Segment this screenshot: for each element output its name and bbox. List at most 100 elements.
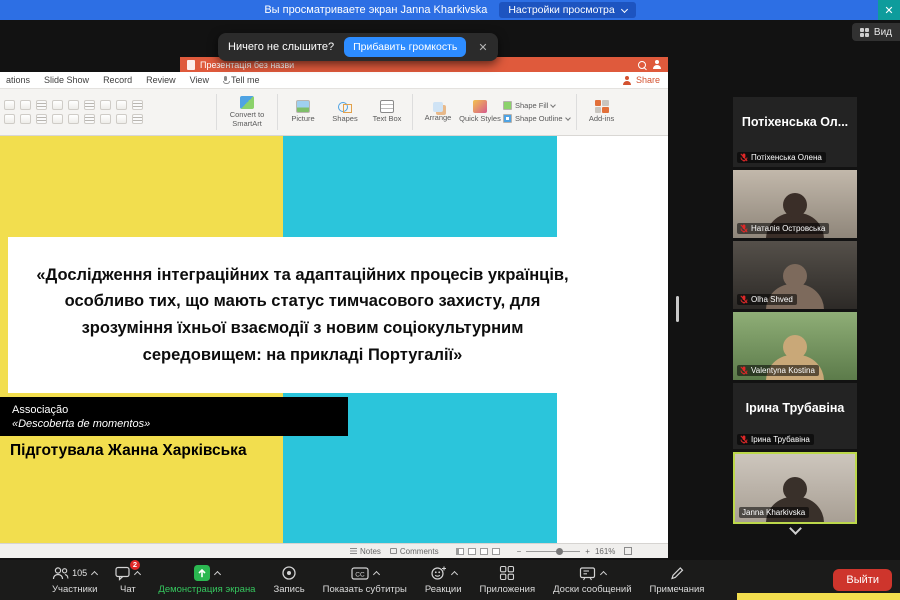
slideshow-view-icon[interactable] xyxy=(492,548,500,555)
reactions-button[interactable]: Реакции xyxy=(425,565,462,595)
leave-meeting-button[interactable]: Выйти xyxy=(833,569,892,591)
ribbon-icon[interactable] xyxy=(116,100,127,110)
participant-tile-valentyna[interactable]: Valentyna Kostina xyxy=(733,312,857,380)
viewing-screen-text: Вы просматриваете экран Janna Kharkivska xyxy=(264,4,487,16)
participant-name-text: Valentyna Kostina xyxy=(751,366,815,375)
ppt-share-button[interactable]: Share xyxy=(623,75,660,85)
slide-canvas[interactable]: «Дослідження інтеграційних та адаптаційн… xyxy=(0,136,668,543)
boards-button[interactable]: Доски сообщений xyxy=(553,565,631,595)
ribbon-icon[interactable] xyxy=(116,114,127,124)
participant-tile-natalia[interactable]: Наталія Островська xyxy=(733,170,857,238)
reactions-icon xyxy=(430,565,447,581)
ribbon-icon[interactable] xyxy=(68,100,79,110)
participant-tile-janna-active[interactable]: Janna Kharkivska xyxy=(733,452,857,524)
zoom-control: − + 161% xyxy=(517,547,633,556)
tab-tell-me[interactable]: Tell me xyxy=(223,75,260,85)
zoom-out-button[interactable]: − xyxy=(517,547,522,556)
normal-view-icon[interactable] xyxy=(456,548,464,555)
ribbon-icon[interactable] xyxy=(52,100,63,110)
view-layout-label: Вид xyxy=(874,27,892,38)
ppt-share-label: Share xyxy=(636,75,660,85)
picture-button[interactable]: Picture xyxy=(282,100,324,124)
close-banner-button[interactable]: ✕ xyxy=(878,0,900,20)
tab-animations[interactable]: ations xyxy=(6,75,30,85)
zoom-in-button[interactable]: + xyxy=(585,547,590,556)
view-options-dropdown[interactable]: Настройки просмотра xyxy=(499,2,635,18)
participant-name-text: Ірина Трубавіна xyxy=(751,435,810,444)
chevron-up-icon[interactable] xyxy=(134,570,141,577)
chevron-up-icon[interactable] xyxy=(451,570,458,577)
record-button[interactable]: Запись xyxy=(273,565,304,595)
participant-tile-iryna[interactable]: Ірина Трубавіна Ірина Трубавіна xyxy=(733,383,857,449)
ribbon-icon[interactable] xyxy=(84,100,95,110)
share-screen-button[interactable]: Демонстрация экрана xyxy=(158,565,255,595)
participant-tile-olha[interactable]: Olha Shved xyxy=(733,241,857,309)
view-options-label: Настройки просмотра xyxy=(508,4,614,16)
participant-name-text: Olha Shved xyxy=(751,295,793,304)
ribbon-icon[interactable] xyxy=(4,114,15,124)
chevron-up-icon[interactable] xyxy=(214,570,221,577)
ribbon-icon[interactable] xyxy=(100,114,111,124)
association-line2: «Descoberta de momentos» xyxy=(12,418,348,430)
reading-view-icon[interactable] xyxy=(480,548,488,555)
prepared-by-text: Підготувала Жанна Харківська xyxy=(10,442,247,460)
share-person-icon xyxy=(623,76,632,85)
add-ins-button[interactable]: Add-ins xyxy=(581,100,623,124)
toast-close-icon[interactable]: ✕ xyxy=(478,41,487,54)
captions-button[interactable]: CC Показать субтитры xyxy=(323,565,407,595)
shape-fill-button[interactable]: Shape Fill xyxy=(503,101,570,110)
chat-unread-badge: 2 xyxy=(130,560,140,570)
panel-collapse-button[interactable] xyxy=(733,524,857,533)
notes-button[interactable]: Notes xyxy=(350,547,381,556)
chevron-up-icon[interactable] xyxy=(600,570,607,577)
ribbon-icon[interactable] xyxy=(20,100,31,110)
ribbon-icon[interactable] xyxy=(52,114,63,124)
pencil-icon xyxy=(669,565,685,581)
association-textbox[interactable]: Associação «Descoberta de momentos» xyxy=(0,397,348,436)
add-ins-label: Add-ins xyxy=(589,115,614,124)
slide-sorter-icon[interactable] xyxy=(468,548,476,555)
participant-name-chip: Valentyna Kostina xyxy=(737,365,819,376)
ribbon-icon[interactable] xyxy=(68,114,79,124)
annotations-button[interactable]: Примечания xyxy=(650,565,705,595)
comments-button[interactable]: Comments xyxy=(390,547,439,556)
ribbon-icon[interactable] xyxy=(84,114,95,124)
toast-message: Ничего не слышите? xyxy=(228,41,334,53)
apps-button[interactable]: Приложения xyxy=(480,565,536,595)
ribbon-icon[interactable] xyxy=(4,100,15,110)
ribbon-icon[interactable] xyxy=(132,114,143,124)
shapes-button[interactable]: Shapes xyxy=(324,100,366,124)
chat-button[interactable]: 2 Чат xyxy=(115,565,140,595)
text-box-button[interactable]: Text Box xyxy=(366,100,408,124)
desktop-corner-strip xyxy=(737,593,900,600)
zoom-slider[interactable] xyxy=(526,551,580,552)
slide-title-line: середовищем: на прикладі Португалії» xyxy=(8,342,597,369)
slide-title-textbox[interactable]: «Дослідження інтеграційних та адаптаційн… xyxy=(8,237,597,393)
chevron-up-icon[interactable] xyxy=(91,570,98,577)
account-icon[interactable] xyxy=(652,60,661,69)
tab-slide-show[interactable]: Slide Show xyxy=(44,75,89,85)
participant-name-text: Janna Kharkivska xyxy=(742,508,805,517)
tab-view[interactable]: View xyxy=(190,75,209,85)
ribbon-icon[interactable] xyxy=(100,100,111,110)
chevron-up-icon[interactable] xyxy=(373,570,380,577)
chat-icon xyxy=(115,566,130,581)
fit-slide-icon[interactable] xyxy=(624,547,632,555)
increase-volume-button[interactable]: Прибавить громкость xyxy=(344,37,466,57)
tab-record[interactable]: Record xyxy=(103,75,132,85)
ribbon-icon[interactable] xyxy=(36,100,47,110)
tab-review[interactable]: Review xyxy=(146,75,176,85)
participants-button[interactable]: 105 Участники xyxy=(52,565,97,595)
view-layout-button[interactable]: Вид xyxy=(852,23,900,41)
search-icon[interactable] xyxy=(637,60,647,70)
zoom-slider-knob[interactable] xyxy=(556,548,563,555)
ribbon-icon[interactable] xyxy=(36,114,47,124)
ribbon-icon[interactable] xyxy=(132,100,143,110)
quick-styles-button[interactable]: Quick Styles xyxy=(459,100,501,124)
participant-tile-potikhenska[interactable]: Потіхенська Ол... Потіхенська Олена xyxy=(733,97,857,167)
shared-screen-scrollbar[interactable] xyxy=(676,296,679,322)
shape-outline-button[interactable]: Shape Outline xyxy=(503,114,570,123)
arrange-button[interactable]: Arrange xyxy=(417,102,459,123)
ribbon-icon[interactable] xyxy=(20,114,31,124)
convert-smartart-button[interactable]: Convert to SmartArt xyxy=(221,96,273,128)
